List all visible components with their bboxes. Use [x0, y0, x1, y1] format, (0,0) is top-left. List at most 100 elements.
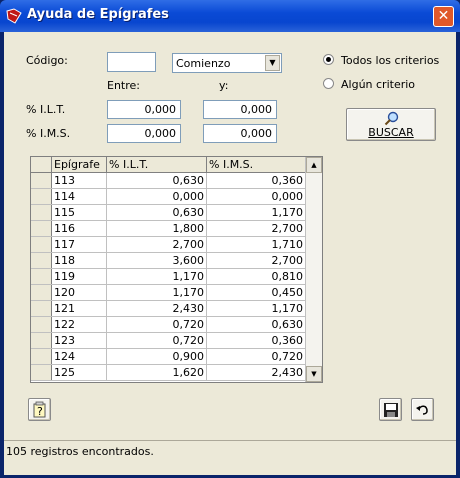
- cell-epigrafe[interactable]: 117: [51, 236, 107, 253]
- cell-ims[interactable]: 0,450: [206, 284, 306, 301]
- close-button[interactable]: ✕: [433, 6, 454, 27]
- row-selector[interactable]: [31, 204, 52, 221]
- cell-epigrafe[interactable]: 119: [51, 268, 107, 285]
- cell-ims[interactable]: 0,810: [206, 268, 306, 285]
- cell-epigrafe[interactable]: 114: [51, 188, 107, 205]
- search-button[interactable]: BUSCAR: [346, 108, 436, 141]
- row-selector[interactable]: [31, 364, 52, 381]
- magnifier-icon: [384, 111, 399, 126]
- cell-epigrafe[interactable]: 118: [51, 252, 107, 269]
- match-type-select[interactable]: Comienzo ▼: [172, 53, 282, 73]
- cell-ilt[interactable]: 1,170: [106, 284, 207, 301]
- cell-epigrafe[interactable]: 123: [51, 332, 107, 349]
- cell-ims[interactable]: 0,000: [206, 188, 306, 205]
- cell-ilt[interactable]: 0,630: [106, 204, 207, 221]
- cell-ilt[interactable]: 2,430: [106, 300, 207, 317]
- scroll-up-icon[interactable]: ▲: [306, 157, 322, 173]
- column-header-ilt[interactable]: % I.L.T.: [106, 157, 207, 173]
- row-selector[interactable]: [31, 236, 52, 253]
- cell-ilt[interactable]: 2,700: [106, 236, 207, 253]
- column-header-ims[interactable]: % I.M.S.: [206, 157, 306, 173]
- cell-ims[interactable]: 1,170: [206, 300, 306, 317]
- row-selector[interactable]: [31, 300, 52, 317]
- row-selector[interactable]: [31, 252, 52, 269]
- row-selector[interactable]: [31, 316, 52, 333]
- table-row[interactable]: 119 1,170 0,810: [31, 268, 306, 285]
- row-selector[interactable]: [31, 348, 52, 365]
- cell-epigrafe[interactable]: 122: [51, 316, 107, 333]
- cell-epigrafe[interactable]: 121: [51, 300, 107, 317]
- ims-from-input[interactable]: 0,000: [107, 124, 181, 143]
- codigo-input[interactable]: [107, 52, 156, 72]
- row-selector[interactable]: [31, 268, 52, 285]
- cell-ilt[interactable]: 1,170: [106, 268, 207, 285]
- table-row[interactable]: 125 1,620 2,430: [31, 364, 306, 381]
- row-selector-header: [31, 157, 52, 173]
- cell-ilt[interactable]: 0,630: [106, 172, 207, 189]
- dialog-client-area: Código: Comienzo ▼ Entre: y: % I.L.T. 0,…: [4, 32, 456, 475]
- table-row[interactable]: 115 0,630 1,170: [31, 204, 306, 221]
- column-header-epigrafe[interactable]: Epígrafe: [51, 157, 107, 173]
- help-button[interactable]: ?: [28, 398, 51, 421]
- cell-ims[interactable]: 2,700: [206, 252, 306, 269]
- table-row[interactable]: 114 0,000 0,000: [31, 188, 306, 205]
- floppy-disk-icon: [384, 403, 398, 417]
- cell-epigrafe[interactable]: 120: [51, 284, 107, 301]
- cell-ims[interactable]: 0,720: [206, 348, 306, 365]
- cell-ims[interactable]: 1,170: [206, 204, 306, 221]
- cell-epigrafe[interactable]: 115: [51, 204, 107, 221]
- svg-text:?: ?: [37, 405, 43, 418]
- entre-label: Entre:: [107, 79, 140, 92]
- radio-all-label[interactable]: Todos los criterios: [341, 54, 439, 67]
- radio-any-criterion[interactable]: [323, 78, 334, 89]
- cell-ims[interactable]: 0,630: [206, 316, 306, 333]
- ilt-to-input[interactable]: 0,000: [203, 100, 277, 119]
- cell-ilt[interactable]: 1,620: [106, 364, 207, 381]
- row-selector[interactable]: [31, 172, 52, 189]
- table-header-row: Epígrafe % I.L.T. % I.M.S.: [31, 157, 306, 173]
- table-scrollbar[interactable]: ▲ ▼: [305, 157, 322, 382]
- ims-to-input[interactable]: 0,000: [203, 124, 277, 143]
- table-row[interactable]: 113 0,630 0,360: [31, 172, 306, 189]
- match-type-value: Comienzo: [176, 57, 231, 70]
- cell-ilt[interactable]: 0,720: [106, 316, 207, 333]
- cell-ims[interactable]: 0,360: [206, 332, 306, 349]
- cell-ims[interactable]: 2,700: [206, 220, 306, 237]
- cell-epigrafe[interactable]: 125: [51, 364, 107, 381]
- cell-ilt[interactable]: 3,600: [106, 252, 207, 269]
- help-notepad-icon: ?: [33, 401, 46, 418]
- ilt-from-input[interactable]: 0,000: [107, 100, 181, 119]
- help-dialog-window: Ayuda de Epígrafes ✕ Código: Comienzo ▼ …: [0, 0, 460, 478]
- table-row[interactable]: 120 1,170 0,450: [31, 284, 306, 301]
- cell-epigrafe[interactable]: 124: [51, 348, 107, 365]
- title-bar[interactable]: Ayuda de Epígrafes ✕: [0, 0, 460, 32]
- cell-ims[interactable]: 0,360: [206, 172, 306, 189]
- ims-label: % I.M.S.: [26, 127, 71, 140]
- table-row[interactable]: 124 0,900 0,720: [31, 348, 306, 365]
- table-row[interactable]: 123 0,720 0,360: [31, 332, 306, 349]
- table-row[interactable]: 118 3,600 2,700: [31, 252, 306, 269]
- table-row[interactable]: 116 1,800 2,700: [31, 220, 306, 237]
- radio-any-label[interactable]: Algún criterio: [341, 78, 415, 91]
- cell-ims[interactable]: 2,430: [206, 364, 306, 381]
- cell-epigrafe[interactable]: 113: [51, 172, 107, 189]
- scroll-down-icon[interactable]: ▼: [306, 366, 322, 382]
- table-row[interactable]: 121 2,430 1,170: [31, 300, 306, 317]
- undo-button[interactable]: [411, 398, 434, 421]
- cell-ilt[interactable]: 0,900: [106, 348, 207, 365]
- cell-ilt[interactable]: 0,720: [106, 332, 207, 349]
- cell-ilt[interactable]: 0,000: [106, 188, 207, 205]
- row-selector[interactable]: [31, 220, 52, 237]
- chevron-down-icon[interactable]: ▼: [265, 55, 280, 71]
- row-selector[interactable]: [31, 284, 52, 301]
- row-selector[interactable]: [31, 188, 52, 205]
- undo-arrow-icon: [416, 405, 428, 415]
- save-button[interactable]: [379, 398, 402, 421]
- cell-epigrafe[interactable]: 116: [51, 220, 107, 237]
- radio-all-criteria[interactable]: [323, 54, 334, 65]
- row-selector[interactable]: [31, 332, 52, 349]
- cell-ims[interactable]: 1,710: [206, 236, 306, 253]
- cell-ilt[interactable]: 1,800: [106, 220, 207, 237]
- table-row[interactable]: 117 2,700 1,710: [31, 236, 306, 253]
- table-row[interactable]: 122 0,720 0,630: [31, 316, 306, 333]
